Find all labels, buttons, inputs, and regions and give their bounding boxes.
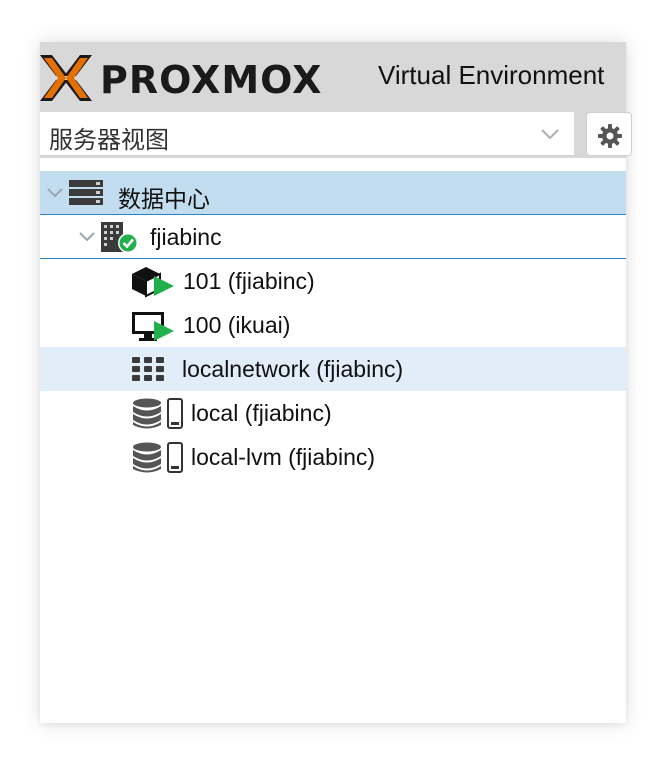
- storage-icon: [132, 442, 190, 479]
- tree-item-label: fjiabinc: [150, 224, 222, 250]
- view-selector[interactable]: 服务器视图: [40, 112, 574, 156]
- tree-item-label: local (fjiabinc): [191, 400, 332, 426]
- tree-item-container-101[interactable]: 101 (fjiabinc): [40, 259, 626, 303]
- chevron-down-icon[interactable]: [540, 127, 560, 145]
- tree-item-storage-local-lvm[interactable]: local-lvm (fjiabinc): [40, 435, 626, 479]
- tree-item-label: localnetwork (fjiabinc): [182, 356, 404, 382]
- tree-item-label: 100 (ikuai): [183, 312, 291, 338]
- product-subtitle: Virtual Environment: [378, 60, 605, 90]
- view-toolbar: 服务器视图: [40, 112, 632, 158]
- header: PROXMOX Virtual Environment: [40, 42, 626, 112]
- gear-icon: [598, 124, 622, 148]
- tree-item-vm-100[interactable]: 100 (ikuai): [40, 303, 626, 347]
- settings-button[interactable]: [586, 112, 632, 156]
- view-selector-value: 服务器视图: [49, 126, 169, 154]
- proxmox-logo: PROXMOX: [40, 52, 375, 109]
- tree-item-datacenter[interactable]: 数据中心: [40, 171, 626, 215]
- datacenter-icon: [68, 179, 104, 212]
- tree-item-storage-local[interactable]: local (fjiabinc): [40, 391, 626, 435]
- container-running-icon: [130, 266, 176, 303]
- svg-text:PROXMOX: PROXMOX: [100, 58, 322, 102]
- node-icon: [100, 220, 140, 259]
- tree-item-label: 数据中心: [118, 187, 210, 213]
- collapse-toggle-icon[interactable]: [46, 186, 64, 204]
- tree-item-localnetwork[interactable]: localnetwork (fjiabinc): [40, 347, 626, 391]
- network-icon: [132, 357, 166, 386]
- tree-item-label: 101 (fjiabinc): [183, 268, 315, 294]
- tree-item-node[interactable]: fjiabinc: [40, 215, 626, 259]
- tree-item-label: local-lvm (fjiabinc): [191, 444, 376, 470]
- collapse-toggle-icon[interactable]: [78, 230, 96, 248]
- vm-running-icon: [130, 310, 176, 347]
- storage-icon: [132, 398, 190, 435]
- resource-tree-panel: PROXMOX Virtual Environment 服务器视图 数据中心 f…: [40, 42, 632, 723]
